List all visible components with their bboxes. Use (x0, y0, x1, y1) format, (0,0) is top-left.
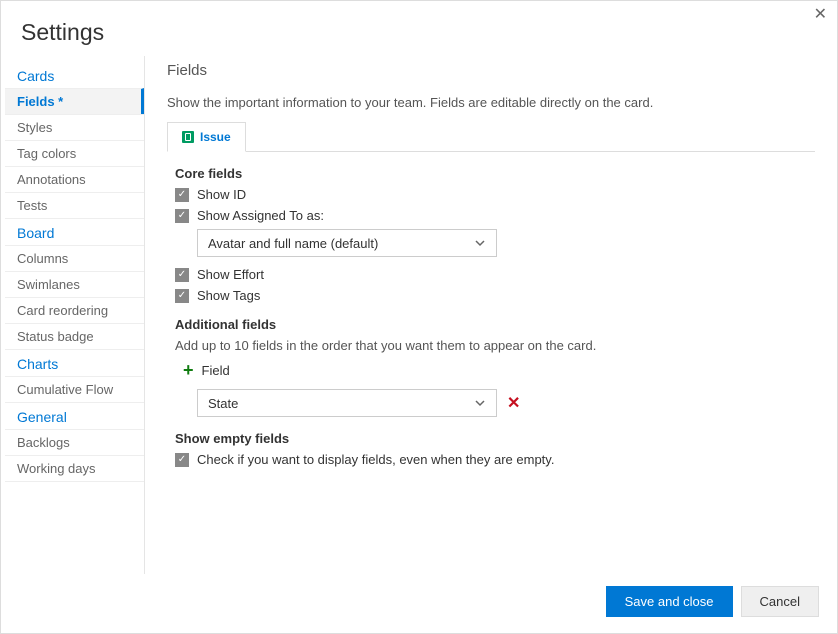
settings-dialog: ✕ Settings Cards Fields * Styles Tag col… (0, 0, 838, 634)
field-select[interactable]: State (197, 389, 497, 417)
empty-fields-header: Show empty fields (175, 431, 811, 446)
show-tags-row: ✓ Show Tags (175, 288, 811, 303)
show-tags-label: Show Tags (197, 288, 260, 303)
show-id-row: ✓ Show ID (175, 187, 811, 202)
section-heading: Fields (167, 62, 815, 79)
sidebar-item-working-days[interactable]: Working days (5, 455, 144, 482)
sidebar-item-columns[interactable]: Columns (5, 245, 144, 271)
show-effort-row: ✓ Show Effort (175, 267, 811, 282)
plus-icon: + (183, 361, 194, 379)
empty-fields-label: Check if you want to display fields, eve… (197, 452, 554, 467)
sidebar-item-cumulative-flow[interactable]: Cumulative Flow (5, 376, 144, 403)
empty-fields-block: Show empty fields ✓ Check if you want to… (175, 431, 811, 467)
close-icon[interactable]: ✕ (814, 7, 827, 23)
main-panel: Fields Show the important information to… (145, 56, 837, 574)
show-assigned-row: ✓ Show Assigned To as: (175, 208, 811, 223)
sidebar-item-label: Fields * (17, 94, 63, 109)
sidebar-group-general: General (5, 403, 144, 429)
show-assigned-label: Show Assigned To as: (197, 208, 324, 223)
section-description: Show the important information to your t… (167, 95, 815, 110)
additional-fields-desc: Add up to 10 fields in the order that yo… (175, 338, 811, 353)
additional-fields-block: Additional fields Add up to 10 fields in… (175, 317, 811, 417)
empty-fields-checkbox[interactable]: ✓ (175, 453, 189, 467)
sidebar-item-label: Backlogs (17, 435, 70, 450)
sidebar-item-label: Swimlanes (17, 277, 80, 292)
sidebar-item-backlogs[interactable]: Backlogs (5, 429, 144, 455)
show-assigned-checkbox[interactable]: ✓ (175, 209, 189, 223)
additional-fields-header: Additional fields (175, 317, 811, 332)
field-select-value: State (208, 396, 238, 411)
show-id-checkbox[interactable]: ✓ (175, 188, 189, 202)
sidebar-item-label: Status badge (17, 329, 94, 344)
show-tags-checkbox[interactable]: ✓ (175, 289, 189, 303)
dialog-footer: Save and close Cancel (1, 574, 837, 633)
sidebar-item-label: Tests (17, 198, 47, 213)
sidebar-item-fields[interactable]: Fields * (5, 88, 144, 114)
sidebar-item-card-reordering[interactable]: Card reordering (5, 297, 144, 323)
dialog-body: Cards Fields * Styles Tag colors Annotat… (1, 56, 837, 574)
sidebar-item-label: Card reordering (17, 303, 108, 318)
sidebar-item-tag-colors[interactable]: Tag colors (5, 140, 144, 166)
core-fields-header: Core fields (175, 166, 811, 181)
tab-issue[interactable]: Issue (167, 122, 246, 152)
field-row: State ✕ (197, 389, 811, 417)
remove-field-icon[interactable]: ✕ (507, 393, 520, 413)
sidebar-item-label: Styles (17, 120, 52, 135)
sidebar-item-label: Annotations (17, 172, 86, 187)
save-and-close-button[interactable]: Save and close (606, 586, 733, 617)
sidebar-group-cards: Cards (5, 62, 144, 88)
sidebar-item-status-badge[interactable]: Status badge (5, 323, 144, 350)
issue-icon (182, 131, 194, 143)
show-effort-checkbox[interactable]: ✓ (175, 268, 189, 282)
cancel-button[interactable]: Cancel (741, 586, 819, 617)
add-field-label: Field (202, 363, 230, 378)
sidebar-group-charts: Charts (5, 350, 144, 376)
assigned-to-select[interactable]: Avatar and full name (default) (197, 229, 497, 257)
chevron-down-icon (474, 237, 486, 249)
sidebar-item-label: Columns (17, 251, 68, 266)
sidebar-group-board: Board (5, 219, 144, 245)
add-field-button[interactable]: + Field (183, 361, 811, 379)
assigned-to-value: Avatar and full name (default) (208, 236, 378, 251)
sidebar-item-swimlanes[interactable]: Swimlanes (5, 271, 144, 297)
show-effort-label: Show Effort (197, 267, 264, 282)
sidebar-item-annotations[interactable]: Annotations (5, 166, 144, 192)
sidebar-item-label: Cumulative Flow (17, 382, 113, 397)
sidebar: Cards Fields * Styles Tag colors Annotat… (5, 56, 145, 574)
sidebar-item-styles[interactable]: Styles (5, 114, 144, 140)
tab-label: Issue (200, 130, 231, 144)
chevron-down-icon (474, 397, 486, 409)
show-id-label: Show ID (197, 187, 246, 202)
tab-bar: Issue (167, 122, 815, 152)
sidebar-item-tests[interactable]: Tests (5, 192, 144, 219)
sidebar-item-label: Working days (17, 461, 96, 476)
empty-fields-row: ✓ Check if you want to display fields, e… (175, 452, 811, 467)
sidebar-item-label: Tag colors (17, 146, 76, 161)
tab-panel: Core fields ✓ Show ID ✓ Show Assigned To… (167, 152, 815, 479)
dialog-title: Settings (1, 1, 837, 56)
